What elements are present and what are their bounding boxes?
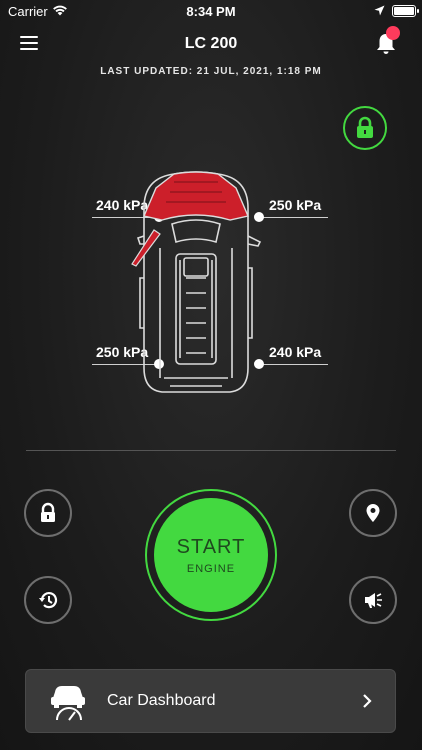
section-divider xyxy=(26,450,396,451)
history-button[interactable] xyxy=(24,576,72,624)
status-bar: Carrier 8:34 PM xyxy=(0,0,422,24)
location-arrow-icon xyxy=(374,4,385,19)
tire-front-right-pressure: 250 kPa xyxy=(269,197,322,213)
tire-rear-right-line xyxy=(262,364,328,365)
location-pin-icon xyxy=(366,504,380,522)
location-button[interactable] xyxy=(349,489,397,537)
lock-button[interactable] xyxy=(24,489,72,537)
notification-badge xyxy=(386,26,400,40)
battery-icon xyxy=(392,5,419,17)
status-time: 8:34 PM xyxy=(186,4,236,19)
history-icon xyxy=(39,592,58,609)
horn-icon xyxy=(365,593,382,608)
start-engine-button[interactable]: START ENGINE xyxy=(154,498,268,612)
car-dashboard-label: Car Dashboard xyxy=(107,692,216,709)
car-dashboard-button[interactable]: Car Dashboard xyxy=(25,669,396,733)
horn-button[interactable] xyxy=(349,576,397,624)
lock-icon xyxy=(41,502,55,522)
start-label: START xyxy=(176,536,246,558)
tire-rear-right-pressure: 240 kPa xyxy=(269,344,322,360)
chevron-right-icon xyxy=(362,694,372,713)
car-top-view xyxy=(130,168,262,398)
car-dashboard-icon xyxy=(48,684,88,727)
lock-status-indicator[interactable] xyxy=(343,106,387,150)
engine-label: ENGINE xyxy=(186,563,236,575)
lock-icon xyxy=(355,116,375,145)
page-title: LC 200 xyxy=(184,35,238,52)
tire-front-right-line xyxy=(262,217,328,218)
last-updated-text: LAST UPDATED: 21 JUL, 2021, 1:18 PM xyxy=(100,66,322,77)
